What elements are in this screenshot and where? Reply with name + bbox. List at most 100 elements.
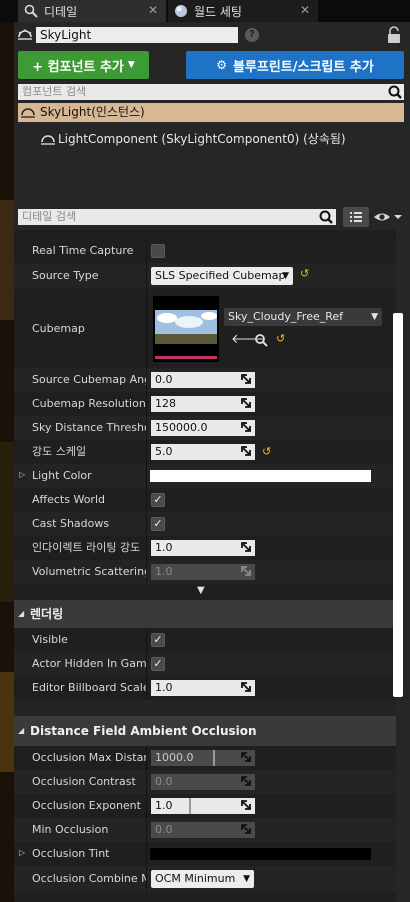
add-component-button[interactable]: + 컴포넌트 추가 ▼ xyxy=(18,51,149,79)
reset-to-default-icon[interactable]: ↺ xyxy=(300,267,309,280)
resize-arrow-icon xyxy=(241,776,251,786)
light-color-swatch[interactable] xyxy=(150,470,371,482)
resize-arrow-icon xyxy=(241,542,251,552)
skylight-icon xyxy=(20,105,36,119)
row-actor-hidden-in-game: Actor Hidden In Game ✓ xyxy=(14,652,396,676)
occlusion-exponent-input[interactable]: 1.0 xyxy=(151,798,255,814)
reset-to-default-icon[interactable]: ↺ xyxy=(276,332,285,345)
actor-hidden-checkbox[interactable]: ✓ xyxy=(151,657,165,671)
column-divider xyxy=(146,676,147,700)
cubemap-asset-value: Sky_Cloudy_Free_Ref xyxy=(228,310,344,323)
section-rendering-title: 렌더링 xyxy=(30,607,64,621)
advanced-expand[interactable]: ▼ xyxy=(14,584,396,600)
reset-to-default-icon[interactable]: ↺ xyxy=(262,445,271,458)
occlusion-max-distance-input[interactable]: 1000.0 xyxy=(151,750,255,766)
occlusion-tint-swatch[interactable] xyxy=(150,848,371,860)
expand-arrow-icon[interactable]: ▷ xyxy=(19,470,25,479)
cubemap-resolution-input[interactable]: 128 xyxy=(151,396,255,412)
resize-arrow-icon xyxy=(241,682,251,692)
spacer-row xyxy=(14,700,396,716)
indirect-lighting-input[interactable]: 1.0 xyxy=(151,540,255,556)
min-occlusion-input[interactable]: 0.0 xyxy=(151,822,255,838)
row-volumetric-scattering: Volumetric Scattering 1.0 xyxy=(14,560,396,584)
help-icon[interactable]: ? xyxy=(245,28,259,42)
cast-shadows-checkbox[interactable]: ✓ xyxy=(151,517,165,531)
chevron-down-icon: ▼ xyxy=(243,874,250,884)
eye-icon[interactable] xyxy=(373,210,403,224)
occlusion-max-distance-value: 1000.0 xyxy=(155,751,194,764)
skylight-component-icon xyxy=(40,132,56,146)
blueprint-script-button[interactable]: ⚙ 블루프린트/스크립트 추가 xyxy=(186,51,404,79)
occlusion-contrast-input[interactable]: 0.0 xyxy=(151,774,255,790)
tree-item-light-component[interactable]: LightComponent (SkyLightComponent0) (상속됨… xyxy=(40,130,346,148)
section-distance-field-ao[interactable]: ◢ Distance Field Ambient Occlusion xyxy=(14,716,396,746)
indirect-lighting-label: 인다이렉트 라이팅 강도 xyxy=(32,541,141,554)
occlusion-combine-mode-dropdown[interactable]: OCM Minimum ▼ xyxy=(151,870,254,888)
search-icon[interactable] xyxy=(318,209,334,225)
real-time-capture-checkbox[interactable] xyxy=(151,244,165,258)
sky-distance-threshold-input[interactable]: 150000.0 xyxy=(151,420,255,436)
affects-world-checkbox[interactable]: ✓ xyxy=(151,493,165,507)
tree-root-label: SkyLight(인스턴스) xyxy=(40,105,145,119)
blueprint-script-label: 블루프린트/스크립트 추가 xyxy=(232,59,374,75)
add-component-label: + 컴포넌트 추가 xyxy=(32,59,124,75)
volumetric-scattering-value: 1.0 xyxy=(155,565,173,578)
chevron-down-icon: ▼ xyxy=(282,271,289,281)
column-divider xyxy=(146,392,147,416)
lock-icon[interactable] xyxy=(386,26,402,44)
resize-arrow-icon xyxy=(241,398,251,408)
tree-item-root[interactable]: SkyLight(인스턴스) xyxy=(18,103,404,122)
section-rendering[interactable]: ◢ 렌더링 xyxy=(14,600,396,628)
column-divider xyxy=(146,464,147,488)
search-icon[interactable] xyxy=(387,84,403,100)
actor-icon xyxy=(17,27,33,43)
scrollbar-thumb[interactable] xyxy=(393,313,403,697)
component-search-input[interactable]: 컴포넌트 검색 xyxy=(18,84,404,100)
cubemap-thumbnail[interactable] xyxy=(153,296,219,362)
billboard-scale-input[interactable]: 1.0 xyxy=(151,680,255,696)
row-cubemap: Cubemap Sky_Cloudy_Free_Ref ▼ 🡐 ↺ xyxy=(14,289,396,371)
actor-name-field[interactable]: SkyLight xyxy=(36,27,238,43)
cubemap-resolution-label: Cubemap Resolution xyxy=(32,397,146,410)
expand-arrow-icon[interactable]: ▷ xyxy=(19,848,25,857)
property-matrix-button[interactable] xyxy=(343,207,369,227)
intensity-scale-input[interactable]: 5.0 xyxy=(151,444,255,460)
chevron-down-icon: ▼ xyxy=(371,312,378,322)
sky-distance-threshold-label: Sky Distance Threshold xyxy=(32,421,146,434)
intensity-scale-label: 강도 스케일 xyxy=(32,445,87,458)
occlusion-combine-mode-label: Occlusion Combine Mode xyxy=(32,872,146,885)
column-divider xyxy=(146,628,147,652)
resize-arrow-icon xyxy=(241,446,251,456)
source-type-dropdown[interactable]: SLS Specified Cubemap ▼ xyxy=(151,267,293,285)
resize-arrow-icon xyxy=(241,800,251,810)
close-icon[interactable]: ✕ xyxy=(148,3,158,17)
volumetric-scattering-input[interactable]: 1.0 xyxy=(151,564,255,580)
light-color-label: Light Color xyxy=(32,469,92,482)
tab-world-settings[interactable]: 월드 세팅 ✕ xyxy=(168,0,318,22)
row-intensity-scale: 강도 스케일 5.0 ↺ xyxy=(14,440,396,464)
browse-search-icon[interactable] xyxy=(254,333,268,347)
cubemap-asset-dropdown[interactable]: Sky_Cloudy_Free_Ref ▼ xyxy=(224,308,382,326)
row-cubemap-resolution: Cubemap Resolution 128 xyxy=(14,392,396,416)
tab-world-settings-label: 월드 세팅 xyxy=(194,4,242,19)
column-divider xyxy=(146,818,147,842)
details-search-input[interactable]: 디테일 검색 xyxy=(18,209,336,225)
details-tab-icon xyxy=(24,4,38,18)
column-divider xyxy=(146,746,147,770)
min-occlusion-value: 0.0 xyxy=(155,823,173,836)
source-cubemap-angle-input[interactable]: 0.0 xyxy=(151,372,255,388)
row-cast-shadows: Cast Shadows ✓ xyxy=(14,512,396,536)
row-source-type: Source Type SLS Specified Cubemap ▼ ↺ xyxy=(14,263,396,289)
column-divider xyxy=(146,536,147,560)
globe-icon xyxy=(174,4,188,18)
tree-child-label: LightComponent (SkyLightComponent0) (상속됨… xyxy=(58,132,346,146)
row-min-occlusion: Min Occlusion 0.0 xyxy=(14,818,396,842)
row-occlusion-combine-mode: Occlusion Combine Mode OCM Minimum ▼ xyxy=(14,866,396,892)
close-icon[interactable]: ✕ xyxy=(300,3,310,17)
column-divider xyxy=(146,440,147,464)
column-divider xyxy=(146,560,147,584)
row-occlusion-contrast: Occlusion Contrast 0.0 xyxy=(14,770,396,794)
tab-details[interactable]: 디테일 ✕ xyxy=(18,0,166,22)
visible-checkbox[interactable]: ✓ xyxy=(151,633,165,647)
column-divider xyxy=(146,794,147,818)
